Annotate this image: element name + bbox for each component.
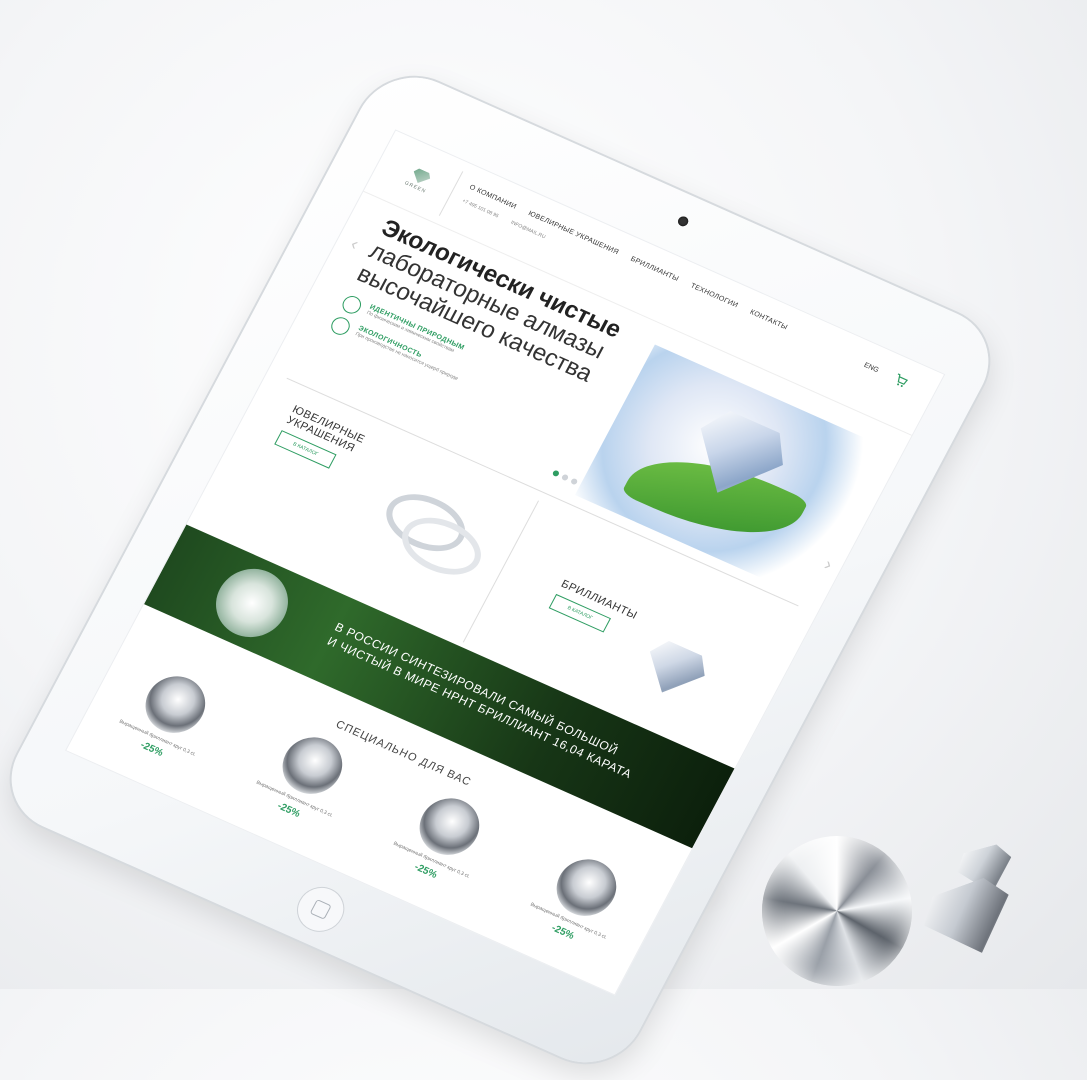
camera-icon — [676, 214, 691, 228]
logo-text: GREEN — [403, 180, 428, 195]
home-button — [288, 879, 353, 940]
site-logo[interactable]: GREEN — [386, 149, 452, 211]
slider-dot[interactable] — [551, 469, 561, 478]
category-jewelry: ЮВЕЛИРНЫЕ УКРАШЕНИЯ В КАТАЛОГ — [274, 404, 367, 476]
loose-diamond-image — [762, 836, 912, 986]
slider-dot[interactable] — [560, 473, 570, 482]
diamond-outline-icon — [339, 293, 365, 317]
home-square-icon — [309, 899, 332, 920]
product-card[interactable]: Выращенный бриллиант круг 0,3 ct. -25% — [245, 722, 367, 834]
diamond-image — [635, 636, 713, 705]
language-switch[interactable]: ENG — [863, 362, 880, 374]
loose-diamond-image — [916, 872, 1025, 969]
hero-heading: Экологически чистые лабораторные алмазы … — [353, 214, 664, 406]
product-card[interactable]: Выращенный бриллиант круг 0,3 ct. -25% — [382, 783, 504, 895]
category-divider — [462, 500, 540, 643]
nav-item-technologies[interactable]: Технологии — [689, 282, 739, 309]
slider-dot[interactable] — [570, 477, 579, 486]
product-card[interactable]: Выращенный бриллиант круг 0,3 ct. -25% — [108, 661, 230, 773]
nav-item-diamonds[interactable]: Бриллианты — [629, 256, 680, 283]
nav-item-contacts[interactable]: Контакты — [749, 309, 789, 332]
banner-diamond-image — [203, 557, 301, 649]
slider-prev-icon[interactable]: ‹ — [347, 234, 362, 255]
product-card[interactable]: Выращенный бриллиант круг 0,3 ct. -25% — [519, 844, 641, 956]
eco-leaf-icon — [328, 314, 353, 338]
slider-dots — [551, 469, 579, 486]
cart-icon[interactable] — [891, 372, 910, 390]
banner-text: В России синтезировали самый большой и ч… — [324, 619, 642, 782]
category-diamonds: БРИЛЛИАНТЫ В КАТАЛОГ — [548, 578, 639, 641]
